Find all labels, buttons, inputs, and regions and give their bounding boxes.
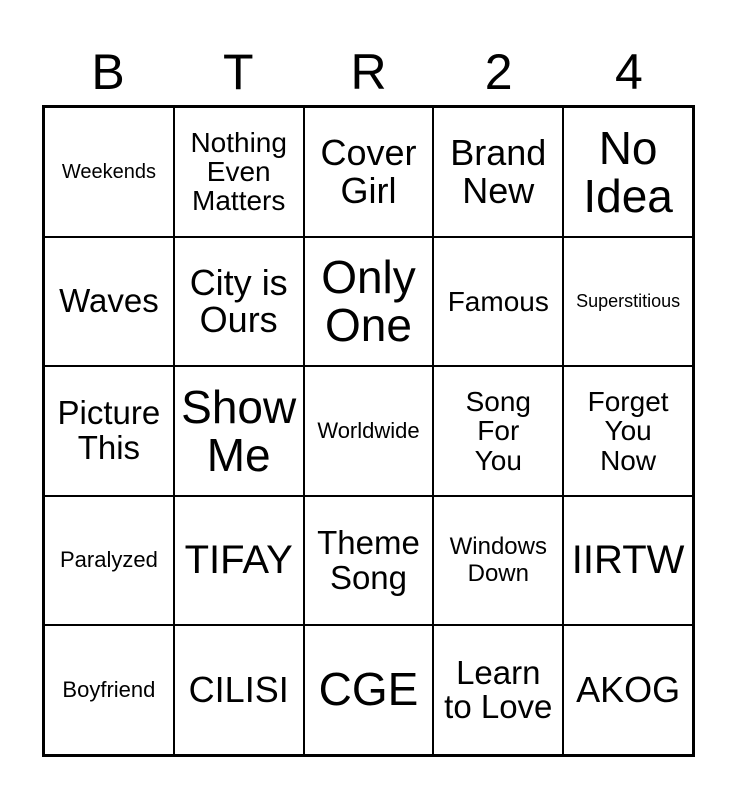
cell-text: Superstitious xyxy=(576,291,681,312)
cell-text: Nothing Even Matters xyxy=(190,126,287,217)
cell-text: Only One xyxy=(321,251,416,352)
bingo-cell[interactable]: CGE xyxy=(303,625,434,755)
bingo-cell[interactable]: Famous xyxy=(433,236,564,367)
bingo-cell[interactable]: Weekends xyxy=(44,107,174,237)
bingo-cell[interactable]: Song For You xyxy=(433,366,564,496)
bingo-cell[interactable]: Paralyzed xyxy=(44,495,174,626)
bingo-cell[interactable]: Theme Song xyxy=(303,495,434,626)
header-letter-4: 4 xyxy=(614,44,643,100)
bingo-cell[interactable]: Worldwide xyxy=(303,366,434,496)
cell-text: Show Me xyxy=(181,380,297,481)
cell-text: Cover Girl xyxy=(320,132,417,211)
cell-text: Worldwide xyxy=(317,417,420,443)
cell-text: TIFAY xyxy=(184,538,293,583)
bingo-cell[interactable]: No Idea xyxy=(563,107,693,237)
cell-text: AKOG xyxy=(576,669,681,711)
cell-text: Brand New xyxy=(450,132,547,211)
cell-text: Picture This xyxy=(57,394,161,466)
bingo-cell[interactable]: IIRTW xyxy=(563,495,693,626)
bingo-cell[interactable]: Show Me xyxy=(173,366,304,496)
cell-text: IIRTW xyxy=(571,538,685,583)
bingo-board: Weekends Nothing Even Matters Cover Girl… xyxy=(42,105,695,757)
header-letter-2: 2 xyxy=(484,44,513,100)
cell-text: Waves xyxy=(59,281,159,319)
bingo-cell[interactable]: TIFAY xyxy=(173,495,304,626)
bingo-cell[interactable]: Picture This xyxy=(44,366,174,496)
cell-text: Learn to Love xyxy=(444,653,553,726)
cell-text: Forget You Now xyxy=(587,385,669,476)
cell-text: Boyfriend xyxy=(62,676,156,702)
bingo-cell[interactable]: Waves xyxy=(44,236,174,367)
cell-text: Windows Down xyxy=(449,532,547,587)
bingo-header: B T R 2 4 xyxy=(43,40,694,104)
cell-text: CILISI xyxy=(188,669,289,711)
bingo-cell[interactable]: Boyfriend xyxy=(44,625,174,755)
cell-text: Song For You xyxy=(465,385,531,476)
cell-text: City is Ours xyxy=(189,261,288,341)
bingo-cell[interactable]: Cover Girl xyxy=(303,107,434,237)
bingo-cell[interactable]: Forget You Now xyxy=(563,366,693,496)
bingo-cell[interactable]: Windows Down xyxy=(433,495,564,626)
header-letter-t: T xyxy=(223,44,254,100)
cell-text: Weekends xyxy=(61,160,156,183)
bingo-cell[interactable]: Learn to Love xyxy=(433,625,564,755)
bingo-cell[interactable]: Superstitious xyxy=(563,236,693,367)
bingo-cell[interactable]: Brand New xyxy=(433,107,564,237)
cell-text: Famous xyxy=(447,285,549,317)
bingo-cell[interactable]: Only One xyxy=(303,236,434,367)
bingo-cell[interactable]: City is Ours xyxy=(173,236,304,367)
header-letter-r: R xyxy=(350,44,387,100)
header-letter-b: B xyxy=(91,44,125,100)
cell-text: Paralyzed xyxy=(59,547,158,573)
bingo-cell[interactable]: AKOG xyxy=(563,625,693,755)
cell-text: Theme Song xyxy=(317,523,420,596)
cell-text: No Idea xyxy=(583,121,673,222)
bingo-cell[interactable]: CILISI xyxy=(173,625,304,755)
bingo-cell[interactable]: Nothing Even Matters xyxy=(173,107,304,237)
cell-text: CGE xyxy=(318,663,419,716)
